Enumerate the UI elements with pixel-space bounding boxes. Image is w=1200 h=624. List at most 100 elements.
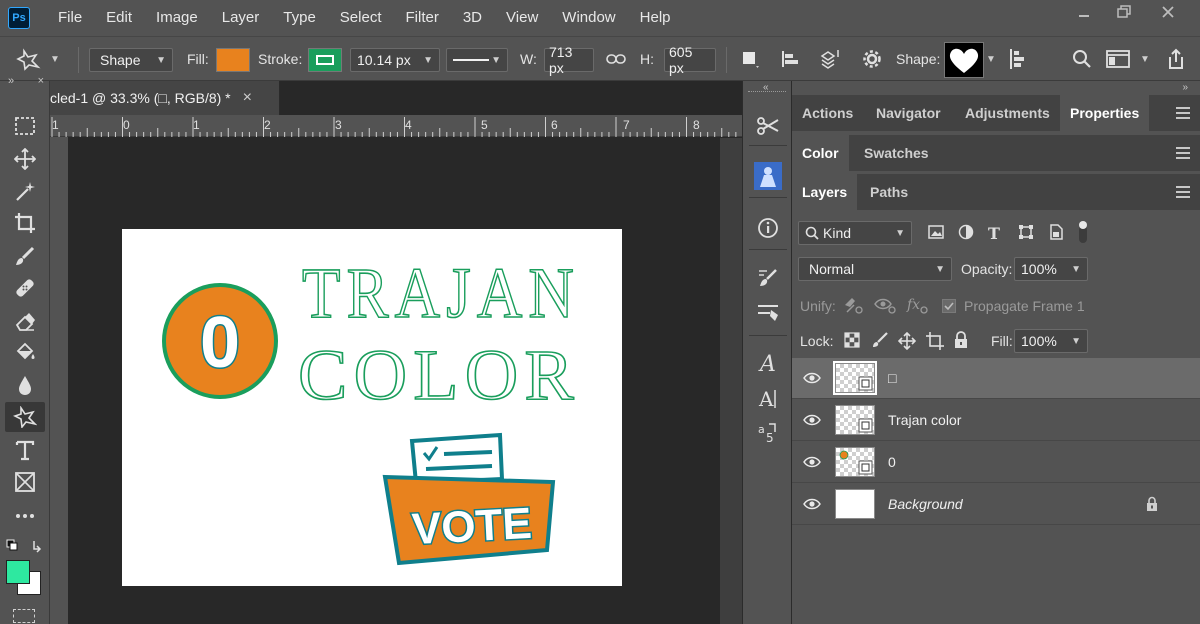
quick-mask-icon[interactable] xyxy=(13,609,35,623)
height-field[interactable]: 605 px xyxy=(664,44,716,76)
frame-tool-icon[interactable] xyxy=(5,467,45,497)
layer-row[interactable]: □ xyxy=(792,358,1200,399)
document-canvas[interactable]: 0 TRAJAN COLOR VOTE xyxy=(122,229,622,586)
close-document-icon[interactable]: × xyxy=(243,89,252,107)
menu-type[interactable]: Type xyxy=(271,0,328,36)
character-panel-icon[interactable]: A xyxy=(752,349,784,379)
collapse-panels-icon[interactable]: » xyxy=(1182,82,1188,93)
marquee-tool-icon[interactable] xyxy=(5,111,45,141)
minimize-icon[interactable] xyxy=(1064,0,1104,24)
paragraph-panel-icon[interactable]: A xyxy=(752,383,784,413)
menu-view[interactable]: View xyxy=(494,0,550,36)
crop-tool-icon[interactable] xyxy=(5,208,45,238)
opacity-field[interactable]: 100% ▼ xyxy=(1014,257,1088,281)
menu-file[interactable]: File xyxy=(46,0,94,36)
brush-settings-icon[interactable] xyxy=(752,263,784,293)
blend-mode-select[interactable]: Normal ▼ xyxy=(798,257,952,281)
stroke-swatch[interactable] xyxy=(308,48,342,72)
brush-tool-icon[interactable] xyxy=(5,241,45,271)
tab-adjustments[interactable]: Adjustments xyxy=(955,95,1060,131)
adjustment-filter-icon[interactable] xyxy=(958,224,974,240)
restore-icon[interactable] xyxy=(1104,0,1144,24)
type-filter-icon[interactable]: T xyxy=(988,224,1000,243)
share-icon[interactable] xyxy=(1166,37,1186,81)
foreground-color-swatch[interactable] xyxy=(6,560,30,584)
document-tab[interactable]: cled-1 @ 33.3% (□, RGB/8) * × xyxy=(50,81,280,115)
vertical-scrollbar[interactable] xyxy=(720,138,742,624)
link-icon[interactable] xyxy=(606,37,626,81)
fill-field[interactable]: 100% ▼ xyxy=(1014,329,1088,353)
type-tool-icon[interactable] xyxy=(5,435,45,465)
width-field[interactable]: 713 px xyxy=(544,44,594,76)
path-alignment-icon[interactable] xyxy=(780,37,802,81)
filter-toggle[interactable] xyxy=(1078,220,1088,244)
tab-paths[interactable]: Paths xyxy=(860,174,918,210)
search-icon[interactable] xyxy=(1072,37,1092,81)
path-arrangement-icon[interactable] xyxy=(818,37,842,81)
smart-object-filter-icon[interactable] xyxy=(1048,224,1064,240)
brushes-icon[interactable] xyxy=(752,297,784,327)
menu-select[interactable]: Select xyxy=(328,0,394,36)
shape-filter-icon[interactable] xyxy=(1018,224,1034,240)
shape-picker-caret[interactable]: ▼ xyxy=(986,37,996,81)
close-toolbar-icon[interactable]: × xyxy=(38,75,44,89)
tool-mode-select[interactable]: Shape ▼ xyxy=(89,48,173,72)
menu-filter[interactable]: Filter xyxy=(394,0,451,36)
tab-navigator[interactable]: Navigator xyxy=(866,95,951,131)
fill-swatch[interactable] xyxy=(216,48,250,72)
layer-row[interactable]: 0 xyxy=(792,442,1200,483)
panel-menu-icon[interactable] xyxy=(1176,147,1190,159)
more-tools-icon[interactable] xyxy=(5,501,45,531)
unify-visibility-icon[interactable] xyxy=(874,295,896,315)
eye-icon[interactable] xyxy=(802,494,822,514)
eye-icon[interactable] xyxy=(802,410,822,430)
eye-icon[interactable] xyxy=(802,368,822,388)
layer-row[interactable]: Trajan color xyxy=(792,400,1200,441)
unify-style-icon[interactable]: fx xyxy=(906,295,928,315)
pixel-filter-icon[interactable] xyxy=(928,225,944,239)
menu-3d[interactable]: 3D xyxy=(451,0,494,36)
stroke-type-select[interactable]: ▼ xyxy=(446,48,508,72)
layer-lock-icon[interactable] xyxy=(1146,496,1158,515)
eraser-tool-icon[interactable] xyxy=(5,306,45,336)
magic-wand-tool-icon[interactable] xyxy=(5,176,45,206)
workspace-icon[interactable] xyxy=(1106,37,1130,81)
tab-color[interactable]: Color xyxy=(792,135,849,171)
lock-image-pixels-icon[interactable] xyxy=(872,332,890,350)
lock-all-icon[interactable] xyxy=(954,331,970,349)
menu-help[interactable]: Help xyxy=(628,0,683,36)
tab-properties[interactable]: Properties xyxy=(1060,95,1150,131)
menu-layer[interactable]: Layer xyxy=(210,0,272,36)
layer-filter-select[interactable]: Kind ▼ xyxy=(798,221,912,245)
lock-artboard-icon[interactable] xyxy=(926,332,944,350)
healing-brush-tool-icon[interactable] xyxy=(5,273,45,303)
move-tool-icon[interactable] xyxy=(5,144,45,174)
panel-menu-icon[interactable] xyxy=(1176,107,1190,119)
path-operations-icon[interactable] xyxy=(740,37,760,81)
panel-menu-icon[interactable] xyxy=(1176,186,1190,198)
collapse-toolbar-icon[interactable]: » xyxy=(8,75,14,89)
menu-image[interactable]: Image xyxy=(144,0,210,36)
default-colors-icon[interactable] xyxy=(6,537,46,553)
lock-position-icon[interactable] xyxy=(897,331,917,351)
info-icon[interactable] xyxy=(752,213,784,243)
paint-bucket-tool-icon[interactable] xyxy=(5,338,45,368)
glyphs-panel-icon[interactable]: a5 xyxy=(752,417,784,447)
menu-edit[interactable]: Edit xyxy=(94,0,144,36)
align-edges-icon[interactable] xyxy=(1008,37,1028,81)
blur-tool-icon[interactable] xyxy=(5,370,45,400)
eye-icon[interactable] xyxy=(802,452,822,472)
workspace-caret[interactable]: ▼ xyxy=(1140,37,1150,81)
unify-position-icon[interactable] xyxy=(842,295,864,315)
custom-shape-tool-icon[interactable] xyxy=(5,402,45,432)
tab-layers[interactable]: Layers xyxy=(792,174,858,210)
propagate-frame-checkbox[interactable] xyxy=(942,299,956,313)
layer-row[interactable]: Background xyxy=(792,484,1200,525)
close-window-icon[interactable] xyxy=(1148,0,1188,24)
lock-transparent-pixels-icon[interactable] xyxy=(844,332,862,350)
shape-picker[interactable] xyxy=(944,42,984,78)
menu-window[interactable]: Window xyxy=(550,0,627,36)
libraries-thumbnail-icon[interactable] xyxy=(752,161,784,191)
stroke-width-field[interactable]: 10.14 px ▼ xyxy=(350,48,440,72)
tools-presets-icon[interactable] xyxy=(752,111,784,141)
